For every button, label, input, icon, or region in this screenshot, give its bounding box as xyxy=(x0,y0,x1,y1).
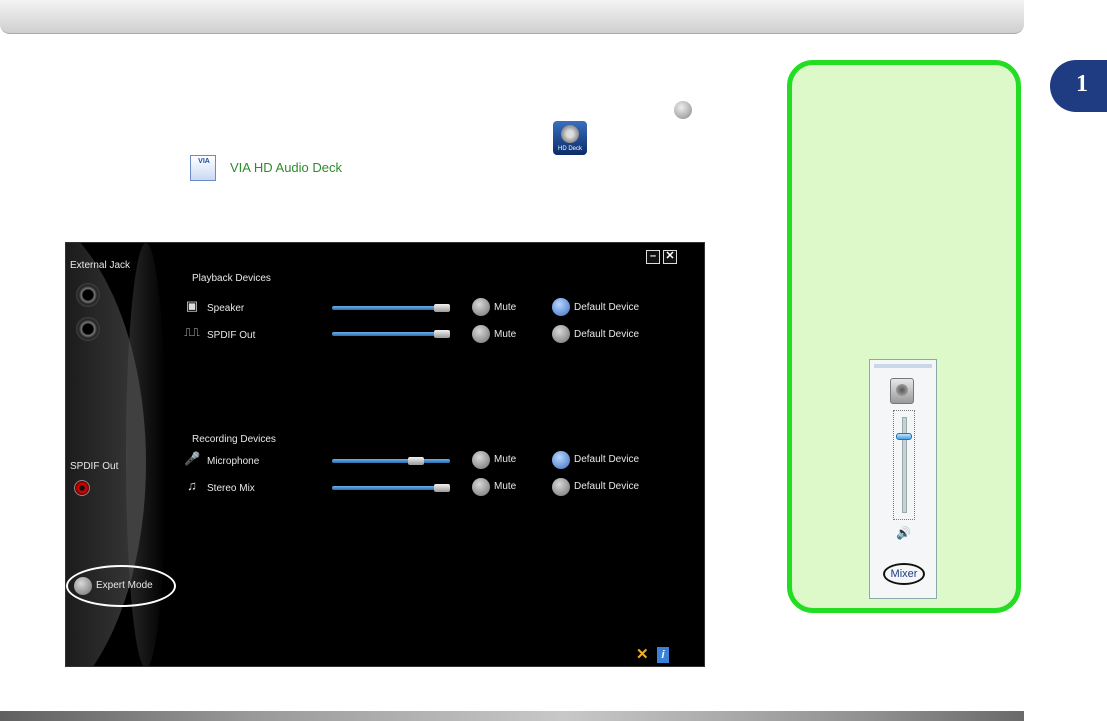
spdif-out-row-label: SPDIF Out xyxy=(207,330,256,341)
spdif-out-label: SPDIF Out xyxy=(70,461,119,472)
chapter-number: 1 xyxy=(1076,71,1088,97)
volume-flyout-panel: 🔊 Mixer xyxy=(869,359,937,599)
recording-devices-heading: Recording Devices xyxy=(192,434,276,445)
spdif-out-jack[interactable] xyxy=(74,480,90,496)
speaker-mute-radio[interactable] xyxy=(472,298,490,316)
microphone-default-device-label: Default Device xyxy=(574,454,640,465)
volume-track[interactable] xyxy=(902,417,907,513)
chapter-tab: 1 xyxy=(1050,60,1107,112)
external-jack-label: External Jack xyxy=(70,260,131,271)
spdif-volume-slider[interactable] xyxy=(332,330,450,338)
speaker-slider-knob[interactable] xyxy=(434,304,450,312)
microphone-volume-slider[interactable] xyxy=(332,457,450,465)
volume-slider-area xyxy=(893,410,915,520)
speaker-label: Speaker xyxy=(207,303,245,314)
spdif-mute-label: Mute xyxy=(494,329,517,340)
external-jack-1[interactable] xyxy=(76,283,100,307)
hd-audio-deck-icon[interactable]: HD Deck xyxy=(553,121,587,155)
audio-tray-icon[interactable] xyxy=(674,101,692,119)
via-hd-audio-deck-link[interactable]: VIA HD Audio Deck xyxy=(230,160,342,175)
minimize-button[interactable]: – xyxy=(646,250,660,264)
music-note-icon: ♫ xyxy=(187,478,197,493)
external-jack-2[interactable] xyxy=(76,317,100,341)
stereo-mix-default-device-radio[interactable] xyxy=(552,478,570,496)
speaker-icon: ▣ xyxy=(185,298,199,313)
volume-slider-knob[interactable] xyxy=(896,433,912,440)
close-button[interactable]: ✕ xyxy=(663,250,677,264)
stereo-mix-mute-radio[interactable] xyxy=(472,478,490,496)
stereo-mix-default-device-label: Default Device xyxy=(574,481,640,492)
microphone-mute-radio[interactable] xyxy=(472,451,490,469)
spdif-default-device-radio[interactable] xyxy=(552,325,570,343)
speaker-default-device-radio[interactable] xyxy=(552,298,570,316)
mixer-button[interactable]: Mixer xyxy=(883,563,925,585)
disc-icon xyxy=(561,125,579,143)
footer-rule xyxy=(0,711,1024,721)
speaker-default-device-label: Default Device xyxy=(574,302,640,313)
expert-mode-radio[interactable] xyxy=(74,577,92,595)
spdif-wave-icon: ⎍⎍ xyxy=(184,327,200,339)
stereo-mix-label: Stereo Mix xyxy=(207,483,255,494)
stereo-mix-mute-label: Mute xyxy=(494,481,517,492)
speaker-volume-icon[interactable]: 🔊 xyxy=(896,526,911,540)
expert-mode-label[interactable]: Expert Mode xyxy=(96,580,153,591)
spdif-default-device-label: Default Device xyxy=(574,329,640,340)
info-icon[interactable]: i xyxy=(657,647,669,663)
spdif-mute-radio[interactable] xyxy=(472,325,490,343)
stereo-mix-slider-knob[interactable] xyxy=(434,484,450,492)
tools-icon[interactable]: ✕ xyxy=(636,647,652,663)
microphone-icon: 🎤 xyxy=(184,451,201,466)
microphone-mute-label: Mute xyxy=(494,454,517,465)
header-bar xyxy=(0,0,1024,34)
speaker-device-icon[interactable] xyxy=(890,378,914,404)
audio-deck-window: External Jack SPDIF Out Expert Mode – ✕ … xyxy=(65,242,705,667)
playback-devices-heading: Playback Devices xyxy=(192,273,271,284)
via-vinyl-icon[interactable]: VIA xyxy=(190,155,216,181)
hd-icon-label: HD Deck xyxy=(557,146,582,152)
microphone-default-device-radio[interactable] xyxy=(552,451,570,469)
speaker-volume-slider[interactable] xyxy=(332,304,450,312)
microphone-slider-knob[interactable] xyxy=(408,457,424,465)
spdif-slider-knob[interactable] xyxy=(434,330,450,338)
speaker-mute-label: Mute xyxy=(494,302,517,313)
manual-page: 1 HD Deck VIA VIA HD Audio Deck External… xyxy=(0,0,1107,721)
microphone-label: Microphone xyxy=(207,456,260,467)
stereo-mix-volume-slider[interactable] xyxy=(332,484,450,492)
